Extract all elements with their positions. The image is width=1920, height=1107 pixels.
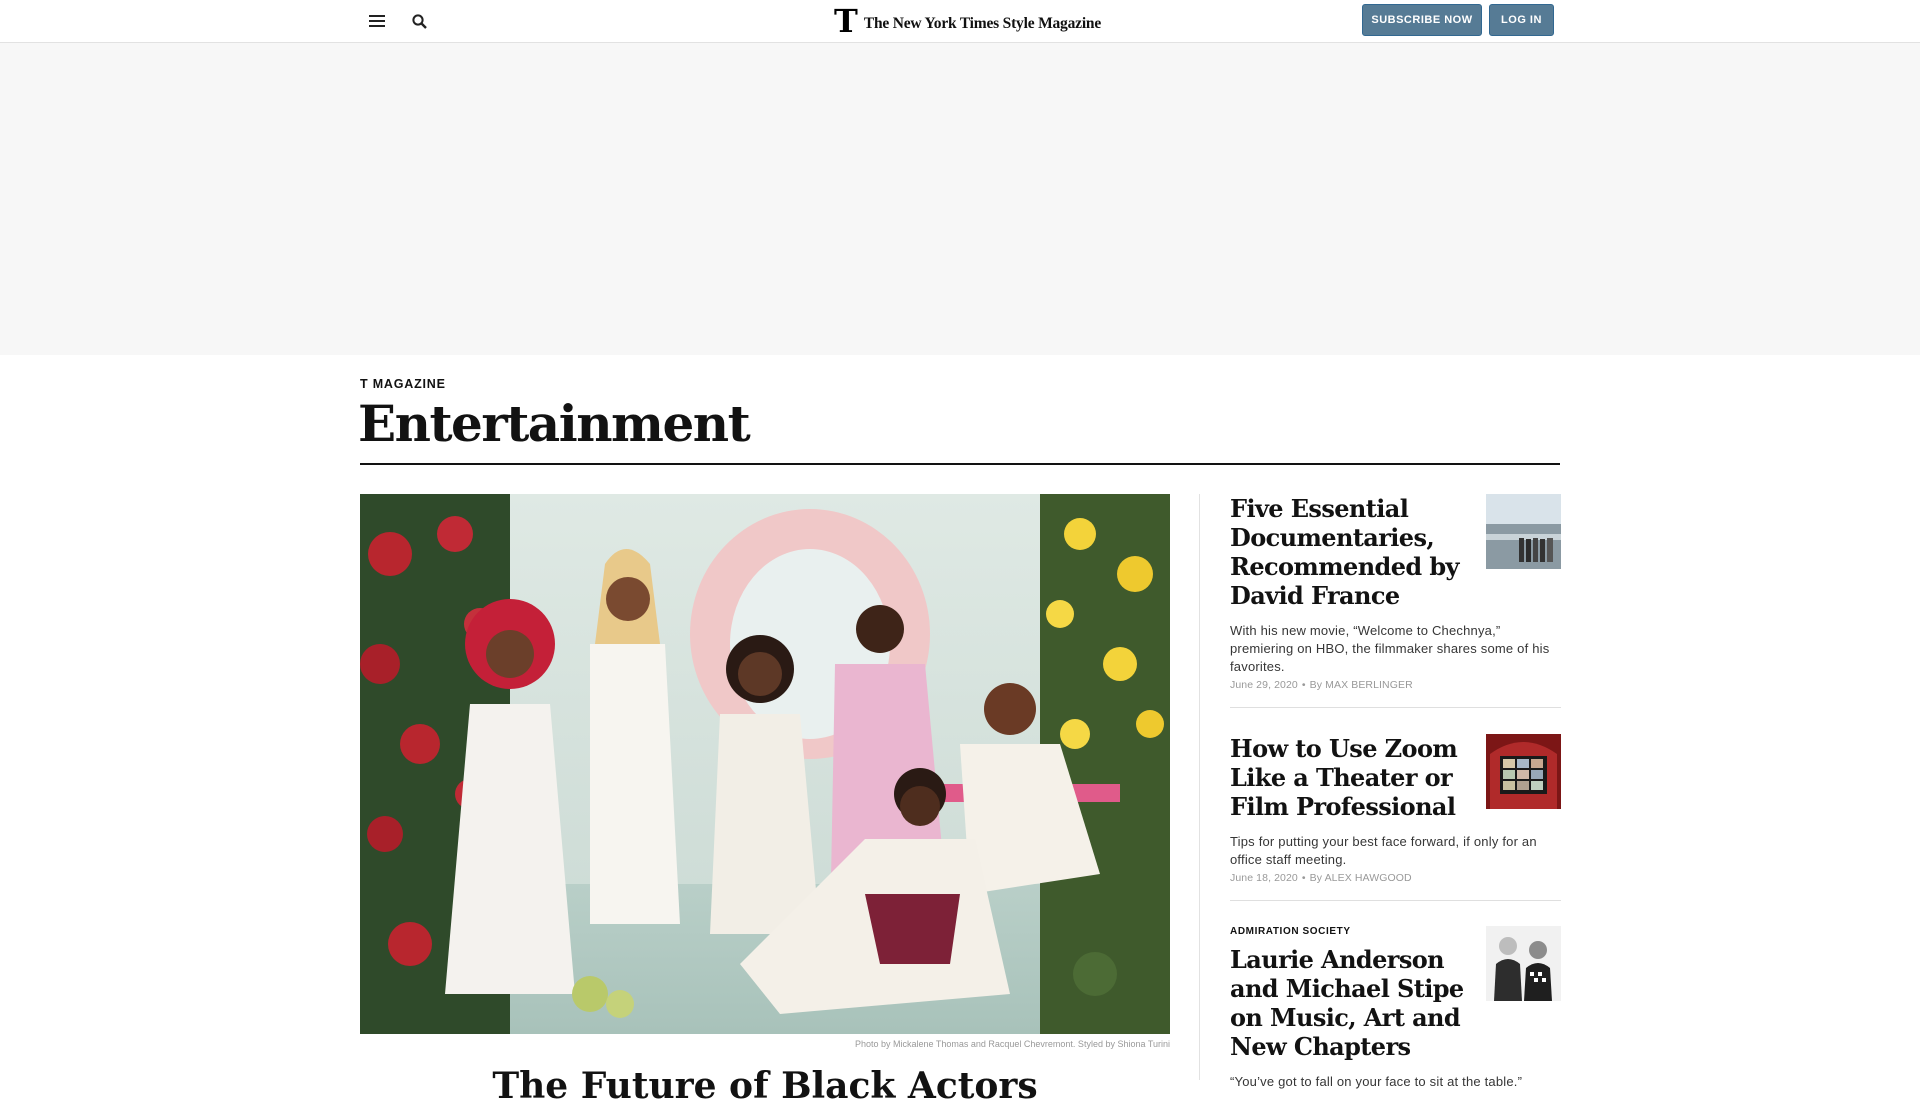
section-kicker[interactable]: T MAGAZINE xyxy=(360,377,446,391)
story-headline[interactable]: How to Use Zoom Like a Theater or Film P… xyxy=(1230,734,1475,821)
column-divider xyxy=(1199,494,1200,1080)
story-summary: Tips for putting your best face forward,… xyxy=(1230,834,1537,867)
story-headline[interactable]: Five Essential Documentaries, Recommende… xyxy=(1230,494,1475,610)
logo-t-mark: T xyxy=(834,2,858,40)
story-headline[interactable]: Laurie Anderson and Michael Stipe on Mus… xyxy=(1230,945,1475,1061)
story-byline[interactable]: ALEX HAWGOOD xyxy=(1325,872,1412,884)
story-thumbnail[interactable] xyxy=(1486,926,1561,1001)
t-magazine-logo[interactable]: T The New York Times Style Magazine xyxy=(834,2,1102,40)
story-item: ADMIRATION SOCIETY Laurie Anderson and M… xyxy=(1230,926,1561,1091)
story-thumbnail[interactable] xyxy=(1486,494,1561,569)
page-title: Entertainment xyxy=(358,394,751,453)
story-byline-prefix: By xyxy=(1309,872,1323,884)
subscribe-now-button[interactable]: SUBSCRIBE NOW xyxy=(1362,4,1482,36)
story-date: June 29, 2020 xyxy=(1230,679,1298,691)
story-summary: “You’ve got to fall on your face to sit … xyxy=(1230,1074,1523,1089)
logo-wordmark: The New York Times Style Magazine xyxy=(863,15,1102,32)
section-divider xyxy=(360,463,1560,465)
story-item: Five Essential Documentaries, Recommende… xyxy=(1230,494,1561,691)
advertisement-placeholder xyxy=(0,43,1920,355)
story-item: How to Use Zoom Like a Theater or Film P… xyxy=(1230,734,1561,884)
story-summary: With his new movie, “Welcome to Chechnya… xyxy=(1230,623,1550,674)
story-byline[interactable]: MAX BERLINGER xyxy=(1325,679,1413,691)
story-date: June 18, 2020 xyxy=(1230,872,1298,884)
lead-story-photo[interactable] xyxy=(360,494,1170,1034)
top-navigation-bar: T The New York Times Style Magazine SUBS… xyxy=(0,0,1920,43)
story-thumbnail[interactable] xyxy=(1486,734,1561,809)
story-meta: June 18, 2020 • By ALEX HAWGOOD xyxy=(1230,872,1412,884)
search-icon[interactable] xyxy=(406,8,432,34)
story-divider xyxy=(1230,707,1561,708)
lead-story-headline[interactable]: The Future of Black Actors xyxy=(360,1066,1170,1106)
story-meta: June 29, 2020 • By MAX BERLINGER xyxy=(1230,679,1413,691)
hamburger-menu-icon[interactable] xyxy=(364,8,390,34)
story-divider xyxy=(1230,900,1561,901)
log-in-button[interactable]: LOG IN xyxy=(1489,4,1554,36)
photo-credit: Photo by Mickalene Thomas and Racquel Ch… xyxy=(854,1039,1170,1049)
story-byline-prefix: By xyxy=(1309,679,1323,691)
